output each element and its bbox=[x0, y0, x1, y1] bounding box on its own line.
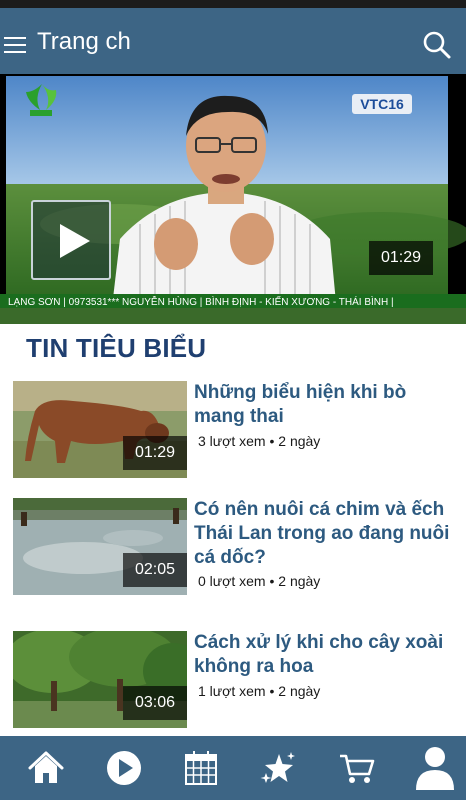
view-count: 1 lượt xem bbox=[198, 683, 266, 699]
app-bar: Trang ch bbox=[0, 8, 466, 74]
status-bar bbox=[0, 0, 466, 8]
post-age: 2 ngày bbox=[278, 433, 321, 449]
hamburger-menu-icon[interactable] bbox=[4, 32, 28, 56]
meta-separator: • bbox=[269, 433, 275, 449]
section-title: TIN TIÊU BIỂU bbox=[26, 333, 207, 363]
play-icon[interactable] bbox=[31, 200, 111, 280]
video-title[interactable]: Những biểu hiện khi bò mang thai bbox=[194, 381, 454, 429]
channel-badge: VTC16 bbox=[360, 96, 404, 112]
video-meta: 1 lượt xem • 2 ngày bbox=[198, 683, 320, 699]
video-meta: 3 lượt xem • 2 ngày bbox=[198, 433, 320, 449]
featured-video[interactable]: VTC16 LẠNG SƠN | 0973531*** NGUYỄN HÙNG … bbox=[0, 74, 466, 324]
list-item[interactable]: 02:05 Có nên nuôi cá chim và ếch Thái La… bbox=[13, 498, 453, 598]
calendar-icon[interactable] bbox=[181, 748, 221, 788]
post-age: 2 ngày bbox=[278, 683, 321, 699]
meta-separator: • bbox=[269, 573, 275, 589]
view-count: 0 lượt xem bbox=[198, 573, 266, 589]
ticker-text: LẠNG SƠN | 0973531*** NGUYỄN HÙNG | BÌNH… bbox=[8, 295, 394, 308]
play-circle-icon[interactable] bbox=[104, 748, 144, 788]
video-meta: 0 lượt xem • 2 ngày bbox=[198, 573, 320, 589]
bottom-nav bbox=[0, 736, 466, 800]
video-duration: 03:06 bbox=[123, 686, 187, 720]
featured-duration: 01:29 bbox=[369, 241, 433, 275]
view-count: 3 lượt xem bbox=[198, 433, 266, 449]
sparkle-star-icon[interactable] bbox=[258, 748, 298, 788]
shopping-cart-icon[interactable] bbox=[337, 748, 377, 788]
list-item[interactable]: 01:29 Những biểu hiện khi bò mang thai 3… bbox=[13, 381, 453, 481]
list-item[interactable]: 03:06 Cách xử lý khi cho cây xoài không … bbox=[13, 631, 453, 731]
featured-video-thumbnail: VTC16 LẠNG SƠN | 0973531*** NGUYỄN HÙNG … bbox=[0, 74, 466, 324]
video-duration: 02:05 bbox=[123, 553, 187, 587]
meta-separator: • bbox=[269, 683, 275, 699]
video-duration: 01:29 bbox=[123, 436, 187, 470]
video-thumbnail: 01:29 bbox=[13, 381, 187, 478]
video-title[interactable]: Cách xử lý khi cho cây xoài không ra hoa bbox=[194, 631, 454, 679]
user-profile-icon[interactable] bbox=[414, 744, 456, 790]
video-thumbnail: 03:06 bbox=[13, 631, 187, 728]
video-thumbnail: 02:05 bbox=[13, 498, 187, 595]
post-age: 2 ngày bbox=[278, 573, 321, 589]
home-icon[interactable] bbox=[26, 748, 66, 788]
video-title[interactable]: Có nên nuôi cá chim và ếch Thái Lan tron… bbox=[194, 498, 454, 570]
page-title: Trang ch bbox=[37, 28, 131, 55]
search-icon[interactable] bbox=[422, 30, 452, 60]
